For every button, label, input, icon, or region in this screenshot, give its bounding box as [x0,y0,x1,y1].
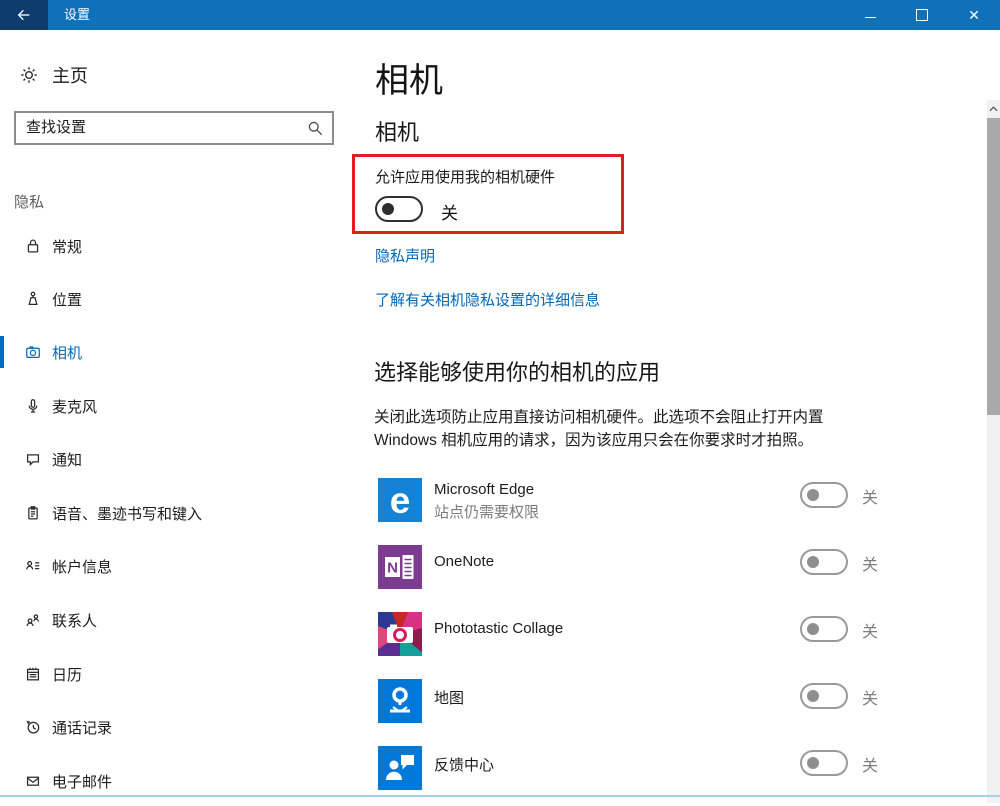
sidebar-item-label: 联系人 [52,610,97,631]
sidebar-item-label: 位置 [52,289,82,310]
phototastic-camera-toggle[interactable] [800,616,848,642]
sidebar-item-label: 帐户信息 [52,556,112,577]
speech-inking-icon [22,502,44,524]
section-camera-header: 相机 [375,115,419,147]
sidebar-item-label: 语音、墨迹书写和键入 [52,503,202,524]
home-label: 主页 [52,62,88,88]
app-name: 地图 [434,687,464,708]
sidebar-item-location[interactable]: 位置 [0,284,345,314]
back-arrow-icon [16,7,32,23]
sidebar-item-general[interactable]: 常规 [0,231,345,261]
app-name: Phototastic Collage [434,620,563,637]
app-row-microsoft-edge: e Microsoft Edge 站点仍需要权限 关 [378,478,898,538]
app-row-maps: 地图 关 [378,679,898,739]
close-button[interactable]: ✕ [948,0,1000,30]
privacy-statement-link[interactable]: 隐私声明 [375,245,435,266]
edge-toggle-state: 关 [862,484,878,508]
search-input-value: 查找设置 [26,113,86,143]
allow-camera-label: 允许应用使用我的相机硬件 [375,166,555,187]
window-title: 设置 [64,0,90,30]
page-title: 相机 [375,53,443,102]
edge-camera-toggle[interactable] [800,482,848,508]
gear-icon [18,64,40,86]
sidebar-item-microphone[interactable]: 麦克风 [0,391,345,421]
call-history-icon [22,716,44,738]
learn-more-link[interactable]: 了解有关相机隐私设置的详细信息 [375,289,600,310]
search-input[interactable]: 查找设置 [14,111,334,145]
lock-icon [22,235,44,257]
search-icon[interactable] [305,118,325,138]
vertical-scrollbar[interactable] [987,100,1000,803]
close-icon: ✕ [968,8,980,22]
app-row-feedback-hub: 反馈中心 关 [378,746,898,806]
camera-master-toggle-state: 关 [441,199,458,224]
sidebar-item-label: 通话记录 [52,717,112,738]
phototastic-app-icon [378,612,422,656]
onenote-camera-toggle[interactable] [800,549,848,575]
toggle-knob [807,757,819,769]
window-controls: ✕ [844,0,1000,30]
calendar-icon [22,663,44,685]
titlebar: 设置 ✕ [0,0,1000,30]
app-name: Microsoft Edge [434,481,534,498]
scrollbar-thumb[interactable] [987,118,1000,415]
back-button[interactable] [0,0,48,30]
app-subtitle: 站点仍需要权限 [434,501,539,522]
toggle-knob [807,556,819,568]
sidebar-item-label: 常规 [52,236,82,257]
phototastic-toggle-state: 关 [862,618,878,642]
window-bottom-edge [0,795,1000,797]
notification-icon [22,448,44,470]
sidebar-item-label: 相机 [52,342,82,363]
maps-app-icon [378,679,422,723]
feedback-hub-camera-toggle[interactable] [800,750,848,776]
email-icon [22,770,44,792]
minimize-button[interactable] [844,0,896,30]
sidebar-item-call-history[interactable]: 通话记录 [0,712,345,742]
toggle-knob [807,623,819,635]
maps-camera-toggle[interactable] [800,683,848,709]
app-name: OneNote [434,553,494,570]
location-icon [22,288,44,310]
feedback-hub-toggle-state: 关 [862,752,878,776]
onenote-app-icon: N [378,545,422,589]
contacts-icon [22,609,44,631]
minimize-icon [865,17,876,18]
maps-toggle-state: 关 [862,685,878,709]
microphone-icon [22,395,44,417]
toggle-knob [382,203,394,215]
app-row-phototastic-collage: Phototastic Collage 关 [378,612,898,672]
maximize-icon [916,9,928,21]
edge-app-icon: e [378,478,422,522]
feedback-hub-app-icon [378,746,422,790]
svg-text:N: N [387,560,398,577]
sidebar-item-home[interactable]: 主页 [18,62,88,88]
sidebar-section-privacy: 隐私 [14,191,44,212]
sidebar-item-label: 通知 [52,449,82,470]
toggle-knob [807,489,819,501]
toggle-knob [807,690,819,702]
sidebar-item-notifications[interactable]: 通知 [0,444,345,474]
sidebar-item-contacts[interactable]: 联系人 [0,605,345,635]
maximize-button[interactable] [896,0,948,30]
sidebar-item-email[interactable]: 电子邮件 [0,766,345,796]
scrollbar-up-arrow-icon[interactable] [987,102,1000,116]
camera-master-toggle[interactable] [375,196,423,222]
onenote-toggle-state: 关 [862,551,878,575]
sidebar-item-label: 电子邮件 [52,771,112,792]
camera-setting-description: 关闭此选项防止应用直接访问相机硬件。此选项不会阻止打开内置 Windows 相机… [374,406,882,452]
app-row-onenote: N OneNote 关 [378,545,898,605]
sidebar-item-label: 麦克风 [52,396,97,417]
choose-apps-header: 选择能够使用你的相机的应用 [374,355,660,387]
account-info-icon [22,555,44,577]
sidebar-item-camera[interactable]: 相机 [0,337,345,367]
camera-icon [22,341,44,363]
sidebar-item-speech-inking-typing[interactable]: 语音、墨迹书写和键入 [0,498,345,528]
app-name: 反馈中心 [434,754,494,775]
sidebar-item-label: 日历 [52,664,82,685]
sidebar-item-account-info[interactable]: 帐户信息 [0,551,345,581]
sidebar-item-calendar[interactable]: 日历 [0,659,345,689]
